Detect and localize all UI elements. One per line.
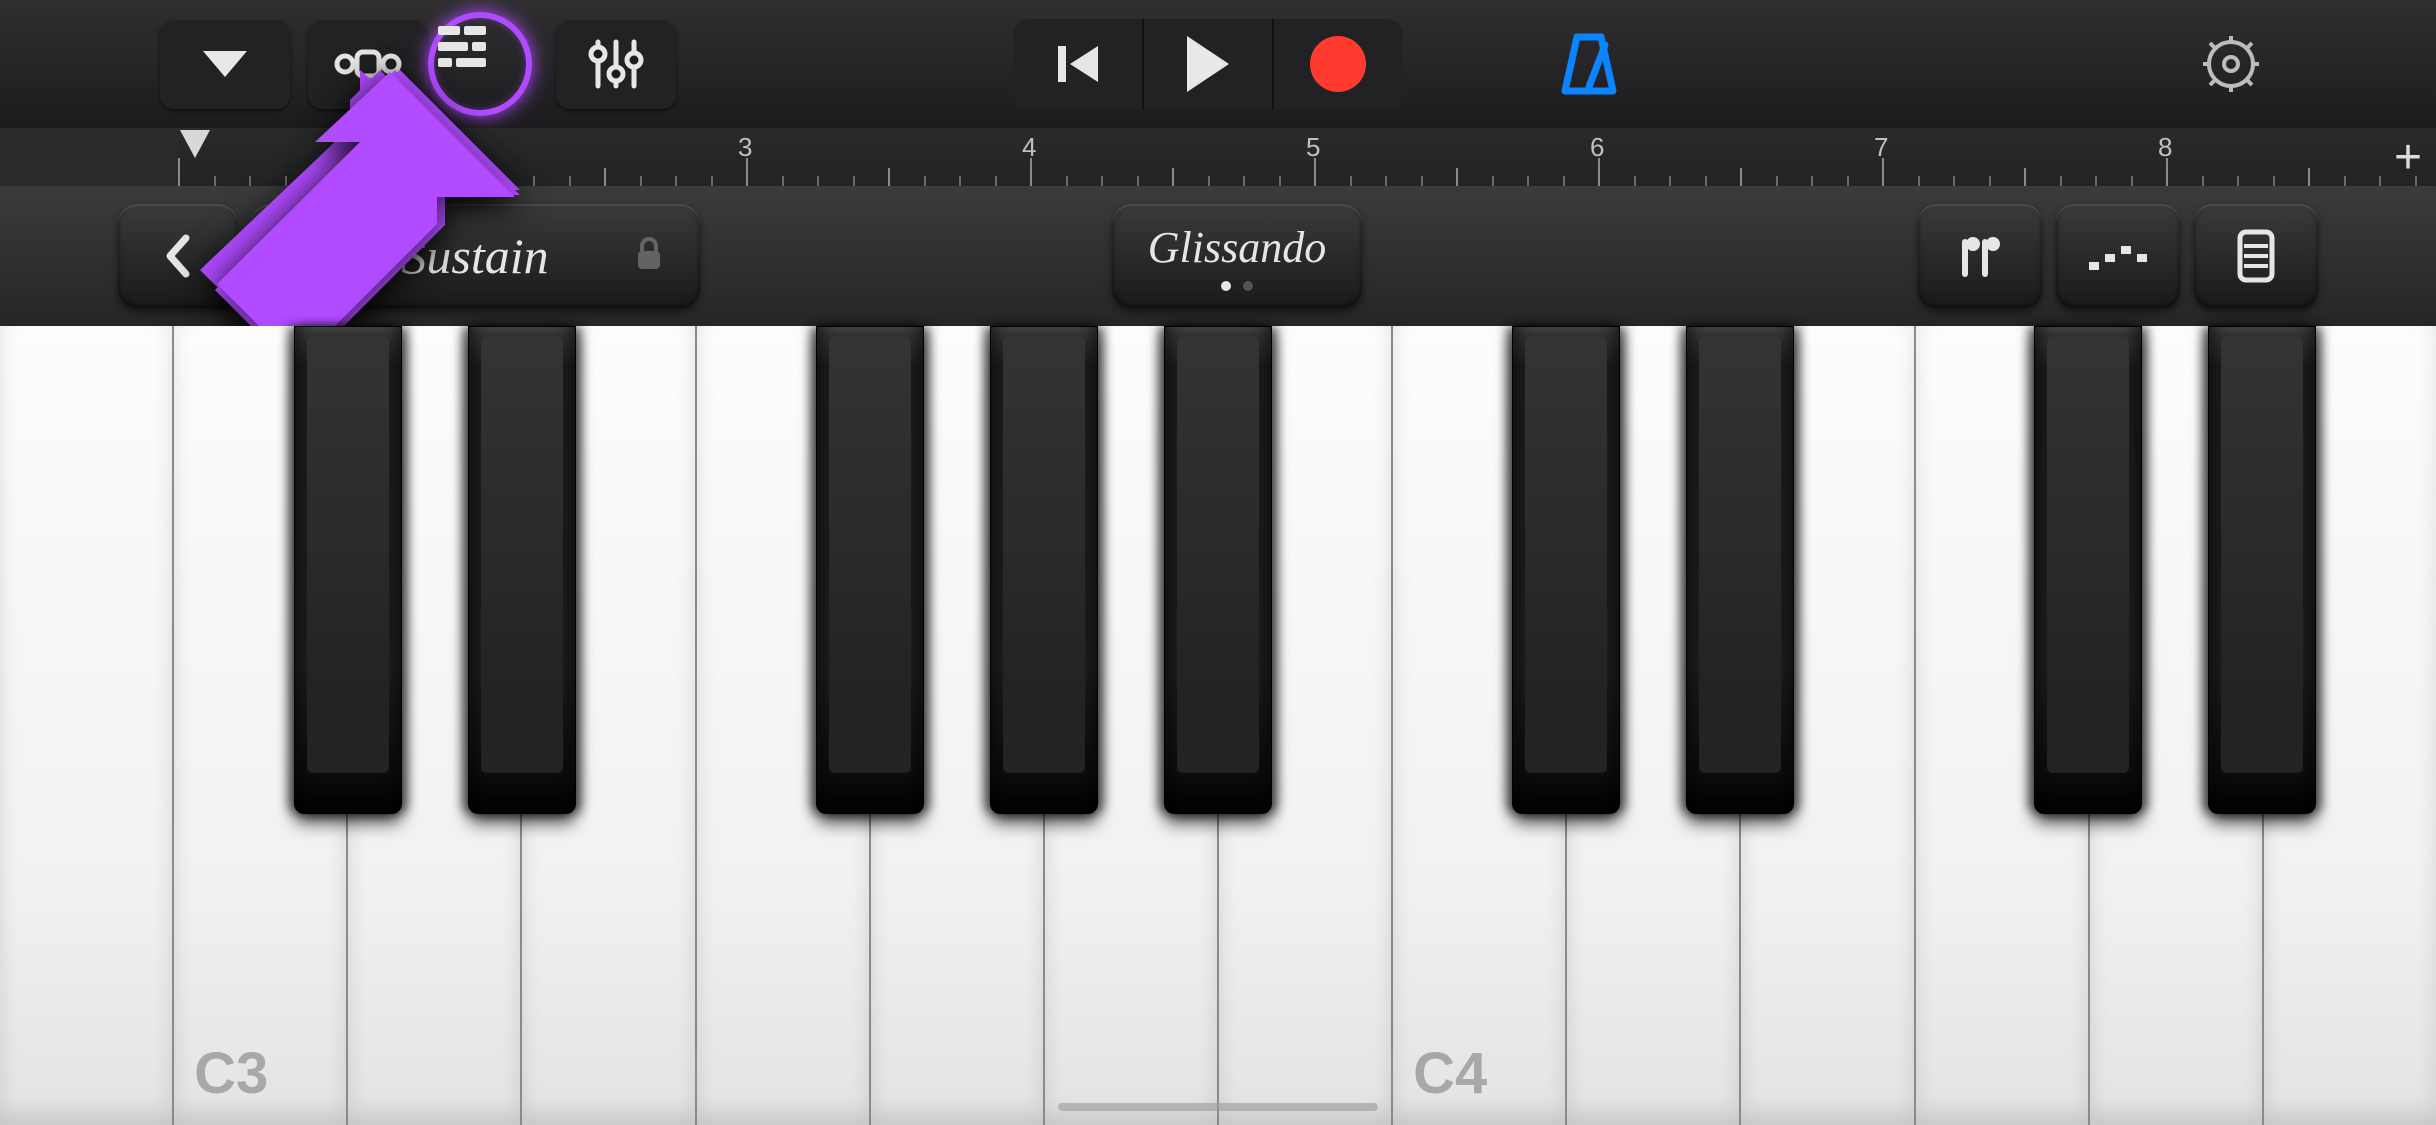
record-button[interactable]	[1274, 19, 1402, 109]
garageband-keyboard-screen: 2345678 + Sustain Glissando	[0, 0, 2436, 1125]
black-key[interactable]	[468, 326, 576, 814]
keyboard-back-button[interactable]	[118, 204, 238, 308]
playhead[interactable]	[178, 128, 212, 162]
arpeggiator-icon	[2083, 236, 2153, 276]
fx-button[interactable]	[308, 19, 428, 109]
metronome-button[interactable]	[1554, 19, 1624, 109]
play-button[interactable]	[1144, 19, 1272, 109]
tracks-button[interactable]	[428, 12, 532, 116]
glissando-label: Glissando	[1148, 222, 1326, 273]
black-key[interactable]	[2034, 326, 2142, 814]
play-icon	[1187, 36, 1229, 92]
chord-strips-icon	[1951, 230, 2009, 282]
keyboard-layout-button[interactable]	[2194, 204, 2318, 308]
sustain-button[interactable]: Sustain	[250, 204, 700, 308]
top-toolbar	[0, 0, 2436, 128]
metronome-icon	[1557, 29, 1621, 99]
chevron-down-icon	[203, 51, 247, 77]
record-icon	[1310, 36, 1366, 92]
arpeggiator-button[interactable]	[2056, 204, 2180, 308]
black-key[interactable]	[816, 326, 924, 814]
key-label: C4	[1413, 1040, 1487, 1107]
gear-icon	[2198, 31, 2264, 97]
keyboard-layout-icon	[2234, 228, 2278, 284]
black-key[interactable]	[990, 326, 1098, 814]
transport-controls	[1014, 19, 1402, 109]
goto-start-icon	[1052, 38, 1104, 90]
white-key[interactable]	[0, 326, 174, 1125]
black-key[interactable]	[2208, 326, 2316, 814]
glissando-page-dots	[1221, 281, 1253, 291]
key-label: C3	[194, 1040, 268, 1107]
black-key[interactable]	[1164, 326, 1272, 814]
home-indicator	[1058, 1103, 1378, 1111]
track-controls-button[interactable]	[556, 19, 676, 109]
timeline-ruler[interactable]: 2345678	[178, 128, 2436, 186]
chevron-left-icon	[160, 232, 196, 280]
black-key[interactable]	[1512, 326, 1620, 814]
sustain-label: Sustain	[401, 227, 548, 285]
black-key[interactable]	[1686, 326, 1794, 814]
tracks-icon	[434, 18, 490, 74]
song-settings-button[interactable]	[2186, 19, 2276, 109]
glissando-button[interactable]: Glissando	[1112, 204, 1362, 308]
add-section-button[interactable]: +	[2394, 130, 2422, 185]
goto-start-button[interactable]	[1014, 19, 1142, 109]
instrument-browser-button[interactable]	[160, 19, 290, 109]
fx-icon	[333, 42, 403, 86]
sliders-icon	[584, 32, 648, 96]
keyboard-control-bar: Sustain Glissando	[0, 186, 2436, 326]
lock-icon	[634, 227, 664, 285]
chord-strips-button[interactable]	[1918, 204, 2042, 308]
black-key[interactable]	[294, 326, 402, 814]
piano-keyboard: C3 C4	[0, 326, 2436, 1125]
keyboard-view-buttons	[1918, 204, 2318, 308]
